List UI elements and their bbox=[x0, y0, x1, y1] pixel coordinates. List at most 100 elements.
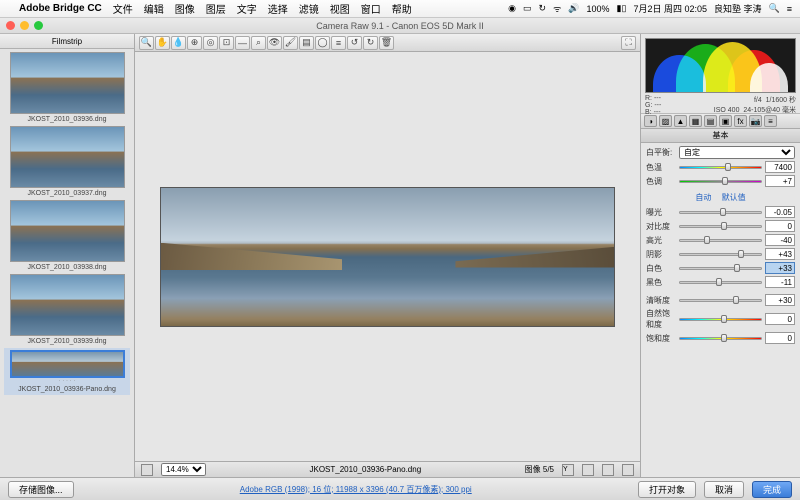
view-opt-2-icon[interactable] bbox=[582, 464, 594, 476]
menubar-date[interactable]: 7月2日 周四 02:05 bbox=[633, 2, 707, 15]
menu-view[interactable]: 视图 bbox=[330, 1, 350, 16]
view-opt-3-icon[interactable] bbox=[602, 464, 614, 476]
wb-select[interactable]: 自定 bbox=[679, 146, 795, 159]
auto-link[interactable]: 自动 bbox=[695, 193, 711, 202]
histogram-graph[interactable] bbox=[645, 38, 796, 93]
thumb-3[interactable]: JKOST_2010_03939.dng bbox=[4, 274, 130, 345]
slider-value[interactable]: +43 bbox=[765, 248, 795, 260]
save-image-button[interactable]: 存储图像... bbox=[8, 481, 74, 498]
slider-label: 自然饱和度 bbox=[646, 308, 676, 330]
target-adjust-icon[interactable]: ◎ bbox=[203, 36, 218, 50]
spot-removal-icon[interactable]: ⌕ bbox=[251, 36, 266, 50]
tab-detail-icon[interactable]: ▲ bbox=[674, 115, 687, 127]
slider-track[interactable] bbox=[679, 333, 762, 343]
menubar-user[interactable]: 良知塾 李涛 bbox=[714, 2, 762, 15]
menu-image[interactable]: 图像 bbox=[175, 1, 195, 16]
slider-row-3: 阴影 +43 bbox=[646, 248, 795, 260]
menu-extra-icon[interactable]: ≡ bbox=[787, 4, 792, 14]
color-sampler-icon[interactable]: ⊕ bbox=[187, 36, 202, 50]
radial-filter-icon[interactable]: ◯ bbox=[315, 36, 330, 50]
menu-filter[interactable]: 滤镜 bbox=[299, 1, 319, 16]
tab-fx-icon[interactable]: fx bbox=[734, 115, 747, 127]
battery-icon[interactable]: ▮▯ bbox=[617, 3, 627, 14]
adjustment-brush-icon[interactable]: 🖌 bbox=[283, 36, 298, 50]
wifi-icon[interactable]: ᯤ bbox=[553, 2, 561, 15]
screen-icon[interactable]: ▭ bbox=[523, 3, 532, 14]
thumb-1[interactable]: JKOST_2010_03937.dng bbox=[4, 126, 130, 197]
fullscreen-icon[interactable]: ⛶ bbox=[621, 36, 636, 50]
sync-icon[interactable]: ↻ bbox=[539, 3, 547, 14]
filmstrip-header[interactable]: Filmstrip bbox=[0, 34, 134, 49]
tab-camera-icon[interactable]: 📷 bbox=[749, 115, 762, 127]
app-name[interactable]: Adobe Bridge CC bbox=[19, 3, 102, 14]
slider-value[interactable]: -11 bbox=[765, 276, 795, 288]
tab-presets-icon[interactable]: ≡ bbox=[764, 115, 777, 127]
wb-tool-icon[interactable]: 💧 bbox=[171, 36, 186, 50]
volume-icon[interactable]: 🔊 bbox=[568, 3, 579, 14]
slider-value[interactable]: -40 bbox=[765, 234, 795, 246]
slider-track[interactable] bbox=[679, 277, 762, 287]
menu-type[interactable]: 文字 bbox=[237, 1, 257, 16]
slider-value[interactable]: -0.05 bbox=[765, 206, 795, 218]
straighten-icon[interactable]: — bbox=[235, 36, 250, 50]
slider-track[interactable] bbox=[679, 176, 762, 186]
mode-toggle-icon[interactable] bbox=[141, 464, 153, 476]
slider-track[interactable] bbox=[679, 207, 762, 217]
cc-icon[interactable]: ◉ bbox=[508, 3, 516, 14]
slider-value[interactable]: 7400 bbox=[765, 161, 795, 173]
slider-value[interactable]: 0 bbox=[765, 332, 795, 344]
menu-select[interactable]: 选择 bbox=[268, 1, 288, 16]
tab-split-icon[interactable]: ▤ bbox=[704, 115, 717, 127]
thumb-2[interactable]: JKOST_2010_03938.dng bbox=[4, 200, 130, 271]
view-opt-4-icon[interactable] bbox=[622, 464, 634, 476]
zoom-tool-icon[interactable]: 🔍 bbox=[139, 36, 154, 50]
menu-edit[interactable]: 编辑 bbox=[144, 1, 164, 16]
center-panel: 🔍 ✋ 💧 ⊕ ◎ ⊡ — ⌕ 👁 🖌 ▤ ◯ ≡ ↺ ↻ 🗑 ⛶ 14.4% … bbox=[135, 34, 640, 477]
slider-track[interactable] bbox=[679, 162, 762, 172]
slider-row-2: 高光 -40 bbox=[646, 234, 795, 246]
default-link[interactable]: 默认值 bbox=[722, 193, 746, 202]
slider-track[interactable] bbox=[679, 221, 762, 231]
slider-track[interactable] bbox=[679, 263, 762, 273]
menu-file[interactable]: 文件 bbox=[113, 1, 133, 16]
slider-track[interactable] bbox=[679, 295, 762, 305]
menu-layer[interactable]: 图层 bbox=[206, 1, 226, 16]
tab-curve-icon[interactable]: ▨ bbox=[659, 115, 672, 127]
workflow-link[interactable]: Adobe RGB (1998); 16 位; 11988 x 3396 (40… bbox=[240, 485, 472, 494]
grad-filter-icon[interactable]: ▤ bbox=[299, 36, 314, 50]
redeye-icon[interactable]: 👁 bbox=[267, 36, 282, 50]
tab-lens-icon[interactable]: ▣ bbox=[719, 115, 732, 127]
crop-tool-icon[interactable]: ⊡ bbox=[219, 36, 234, 50]
tab-basic-icon[interactable]: ◑ bbox=[644, 115, 657, 127]
slider-track[interactable] bbox=[679, 235, 762, 245]
slider-track[interactable] bbox=[679, 314, 762, 324]
tab-hsl-icon[interactable]: ▦ bbox=[689, 115, 702, 127]
preview-filename: JKOST_2010_03936-Pano.dng bbox=[214, 465, 517, 474]
slider-value[interactable]: +33 bbox=[765, 262, 795, 274]
slider-value[interactable]: +7 bbox=[765, 175, 795, 187]
slider-value[interactable]: 0 bbox=[765, 220, 795, 232]
zoom-icon[interactable] bbox=[34, 21, 43, 30]
slider-label: 色温 bbox=[646, 162, 676, 173]
close-icon[interactable] bbox=[6, 21, 15, 30]
done-button[interactable]: 完成 bbox=[752, 481, 792, 498]
zoom-select[interactable]: 14.4% bbox=[161, 463, 206, 476]
prefs-icon[interactable]: ≡ bbox=[331, 36, 346, 50]
thumb-0[interactable]: JKOST_2010_03936.dng bbox=[4, 52, 130, 123]
hand-tool-icon[interactable]: ✋ bbox=[155, 36, 170, 50]
menu-window[interactable]: 窗口 bbox=[361, 1, 381, 16]
slider-value[interactable]: 0 bbox=[765, 313, 795, 325]
thumb-4[interactable]: · · · · ·JKOST_2010_03936-Pano.dng bbox=[4, 348, 130, 395]
slider-value[interactable]: +30 bbox=[765, 294, 795, 306]
view-opt-1-icon[interactable]: Y bbox=[562, 464, 574, 476]
rotate-cw-icon[interactable]: ↻ bbox=[363, 36, 378, 50]
preview-area[interactable] bbox=[135, 52, 640, 461]
minimize-icon[interactable] bbox=[20, 21, 29, 30]
spotlight-icon[interactable]: 🔍 bbox=[769, 3, 780, 14]
slider-track[interactable] bbox=[679, 249, 762, 259]
cancel-button[interactable]: 取消 bbox=[704, 481, 744, 498]
rotate-ccw-icon[interactable]: ↺ bbox=[347, 36, 362, 50]
menu-help[interactable]: 帮助 bbox=[392, 1, 412, 16]
mark-delete-icon[interactable]: 🗑 bbox=[379, 36, 394, 50]
open-button[interactable]: 打开对象 bbox=[638, 481, 696, 498]
